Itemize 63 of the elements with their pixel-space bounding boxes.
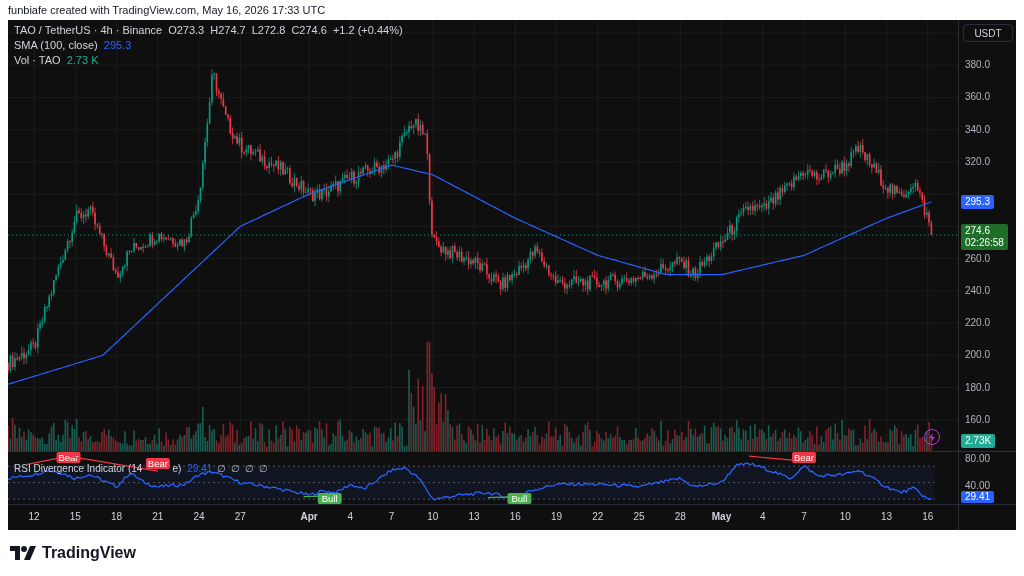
ohlc-value: C274.6 — [291, 24, 327, 36]
date-tick: 27 — [234, 511, 246, 522]
credit-line: funbiafe created with TradingView.com, May 16, 2026 17:33 UTC — [7, 3, 327, 18]
bull-tag: Bull — [317, 493, 342, 504]
date-tick: 13 — [880, 511, 893, 522]
price-tick: 360.0 — [965, 91, 991, 104]
date-tick: Apr — [300, 511, 318, 522]
date-tick: 24 — [193, 511, 205, 522]
indicator-name: e) — [172, 463, 182, 474]
date-tick: 13 — [468, 511, 480, 522]
indicator-name: Vol · TAO — [14, 54, 61, 66]
date-tick: 21 — [152, 511, 164, 522]
date-tick: 10 — [427, 511, 439, 522]
indicator-value: 295.3 — [103, 39, 132, 51]
bear-tag: Bear — [56, 452, 81, 463]
indicator-name: SMA (100, close) — [14, 39, 98, 51]
date-tick: 7 — [388, 511, 395, 522]
symbol-title: TAO / TetherUS · 4h · Binance — [14, 24, 163, 36]
currency-button[interactable]: USDT — [963, 24, 1013, 42]
date-tick: 19 — [551, 511, 563, 522]
na-mark: ∅ — [259, 463, 269, 474]
date-tick: 15 — [69, 511, 81, 522]
date-tick: 10 — [839, 511, 851, 522]
date-tick: 4 — [760, 511, 766, 522]
date-tick: 4 — [347, 511, 354, 522]
na-mark: ∅ — [217, 463, 227, 474]
date-tick: 25 — [633, 511, 645, 522]
date-tick: 7 — [801, 511, 807, 522]
ohlc-value: H274.7 — [210, 24, 246, 36]
date-tick: 22 — [592, 511, 604, 522]
price-marker: 274.6 02:26:58 — [961, 224, 1008, 251]
date-tick: 12 — [28, 511, 40, 522]
price-tick: 260.0 — [965, 252, 991, 265]
date-tick: 28 — [674, 511, 686, 522]
logo-icon — [10, 546, 36, 560]
date-tick: 16 — [922, 511, 934, 522]
bear-tag: Bear — [792, 452, 816, 463]
rsi-tick: 80.00 — [965, 453, 991, 465]
indicator-value: 29.41 — [187, 463, 213, 474]
price-tick: 180.0 — [965, 381, 991, 394]
date-tick: 18 — [111, 511, 123, 522]
price-tick: 200.0 — [965, 349, 991, 362]
na-mark: ∅ — [245, 463, 255, 474]
price-tick: 220.0 — [965, 317, 991, 330]
bull-tag: Bull — [507, 493, 532, 504]
date-tick: May — [711, 511, 732, 522]
price-tick: 340.0 — [965, 123, 991, 136]
rsi-marker: 29.41 — [961, 491, 995, 503]
bear-tag: Bear — [145, 458, 170, 470]
price-tick: 320.0 — [965, 155, 991, 168]
price-marker: 2.73K — [961, 434, 996, 448]
rsi-tick: 40.00 — [965, 480, 991, 492]
ohlc-value: L272.8 — [251, 24, 286, 36]
indicator-value: 2.73 K — [66, 54, 99, 66]
price-tick: 380.0 — [965, 59, 991, 72]
ohlc-value: O273.3 — [168, 24, 205, 36]
price-tick: 240.0 — [965, 284, 991, 297]
brand-name: TradingView — [42, 544, 136, 562]
date-tick: 16 — [509, 511, 521, 522]
na-mark: ∅ — [231, 463, 241, 474]
ohlc-value: +1.2 (+0.44%) — [332, 24, 403, 36]
price-marker: 295.3 — [961, 194, 995, 209]
price-tick: 160.0 — [965, 413, 991, 426]
